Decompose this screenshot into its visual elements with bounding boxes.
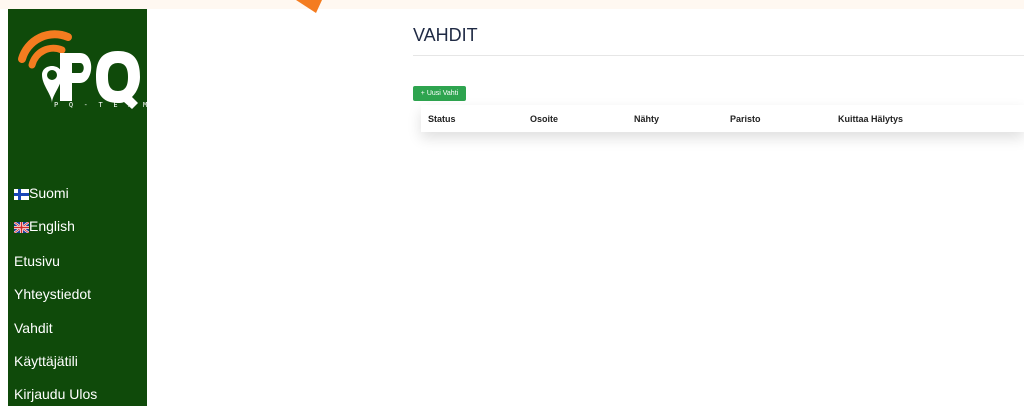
nav-item-kayttajatili[interactable]: Käyttäjätili	[14, 352, 78, 370]
logo-tagline: P Q - T E A M O Y	[54, 101, 188, 109]
sidebar: P Q - T E A M O Y Suomi English Etusivu …	[8, 9, 184, 406]
column-header-kuittaa-halytys[interactable]: Kuittaa Hälytys	[838, 114, 903, 124]
nav-item-kirjaudu-ulos[interactable]: Kirjaudu Ulos	[14, 385, 97, 403]
nav-item-vahdit[interactable]: Vahdit	[14, 319, 53, 337]
column-header-osoite[interactable]: Osoite	[530, 114, 558, 124]
finland-flag-icon	[14, 189, 29, 200]
new-watch-button[interactable]: + Uusi Vahti	[413, 86, 466, 101]
nav-label: Suomi	[29, 185, 69, 201]
nav-label: English	[29, 218, 75, 234]
column-header-nahty[interactable]: Nähty	[634, 114, 659, 124]
watch-table: Status Osoite Nähty Paristo Kuittaa Häly…	[421, 105, 1024, 132]
nav-item-etusivu[interactable]: Etusivu	[14, 252, 60, 270]
top-strip	[0, 0, 1024, 9]
title-divider	[413, 55, 1024, 56]
column-header-status[interactable]: Status	[428, 114, 456, 124]
nav-item-english[interactable]: English	[14, 217, 75, 235]
nav-item-suomi[interactable]: Suomi	[14, 184, 69, 202]
uk-flag-icon	[14, 222, 29, 233]
column-header-paristo[interactable]: Paristo	[730, 114, 761, 124]
arrow-icon	[296, 0, 322, 13]
nav-item-yhteystiedot[interactable]: Yhteystiedot	[14, 285, 91, 303]
page-title: VAHDIT	[413, 25, 478, 45]
